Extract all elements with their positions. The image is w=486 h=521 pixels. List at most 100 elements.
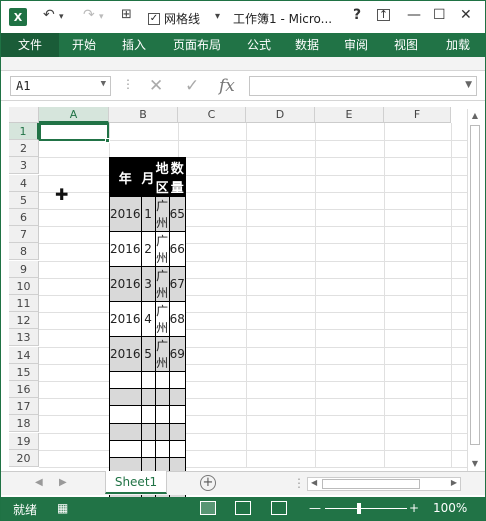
page-break-view-icon[interactable] bbox=[271, 501, 287, 515]
table-cell[interactable] bbox=[168, 422, 186, 441]
column-header-c[interactable]: C bbox=[178, 107, 246, 123]
redo-icon[interactable]: ↷ bbox=[83, 7, 95, 23]
zoom-slider[interactable] bbox=[325, 508, 407, 509]
row-header-16[interactable]: 16 bbox=[9, 381, 39, 398]
table-cell[interactable]: 2016 bbox=[109, 336, 142, 372]
table-cell[interactable] bbox=[109, 388, 142, 407]
tab-split-handle[interactable]: ⋮ bbox=[293, 476, 305, 490]
row-header-3[interactable]: 3 bbox=[9, 157, 39, 175]
tab-review[interactable]: 审阅 bbox=[331, 33, 381, 57]
sheet-tab-sheet1[interactable]: Sheet1 bbox=[105, 471, 167, 494]
normal-view-icon[interactable] bbox=[200, 501, 216, 515]
sheet-prev-icon[interactable]: ◀ bbox=[35, 477, 43, 488]
header-region[interactable]: 地区 bbox=[154, 157, 170, 197]
header-month[interactable]: 月 bbox=[140, 157, 156, 197]
selected-cell-a1[interactable] bbox=[39, 123, 109, 141]
table-cell[interactable]: 68 bbox=[168, 301, 186, 337]
scroll-up-icon[interactable]: ▲ bbox=[468, 109, 482, 123]
tab-formulas[interactable]: 公式 bbox=[235, 33, 283, 57]
gridlines-checkbox[interactable]: ✓ 网格线 bbox=[148, 10, 200, 27]
table-cell[interactable]: 1 bbox=[140, 196, 156, 232]
scroll-left-icon[interactable]: ◀ bbox=[311, 478, 317, 487]
row-header-19[interactable]: 19 bbox=[9, 432, 39, 450]
table-grid-icon[interactable]: ⊞ bbox=[121, 7, 132, 22]
table-cell[interactable]: 广州 bbox=[154, 231, 170, 267]
table-cell[interactable]: 2016 bbox=[109, 301, 142, 337]
column-header-a[interactable]: A bbox=[39, 107, 109, 123]
formula-input[interactable]: ▼ bbox=[249, 76, 477, 96]
table-cell[interactable]: 广州 bbox=[154, 266, 170, 302]
scroll-down-icon[interactable]: ▼ bbox=[468, 457, 482, 471]
row-header-8[interactable]: 8 bbox=[9, 243, 39, 261]
table-cell[interactable]: 2016 bbox=[109, 196, 142, 232]
table-cell[interactable]: 69 bbox=[168, 336, 186, 372]
table-cell[interactable] bbox=[109, 370, 142, 390]
enter-icon[interactable]: ✓ bbox=[185, 76, 199, 96]
row-header-11[interactable]: 11 bbox=[9, 295, 39, 312]
table-cell[interactable] bbox=[140, 422, 156, 441]
table-cell[interactable]: 3 bbox=[140, 266, 156, 302]
zoom-in-button[interactable]: + bbox=[409, 501, 419, 515]
row-header-5[interactable]: 5 bbox=[9, 191, 39, 209]
redo-dropdown-icon[interactable]: ▾ bbox=[99, 12, 104, 22]
help-button[interactable]: ? bbox=[353, 7, 361, 23]
cancel-icon[interactable]: ✕ bbox=[149, 76, 163, 96]
row-header-12[interactable]: 12 bbox=[9, 312, 39, 330]
row-header-1[interactable]: 1 bbox=[9, 123, 39, 140]
row-header-15[interactable]: 15 bbox=[9, 363, 39, 381]
sheet-next-icon[interactable]: ▶ bbox=[59, 477, 67, 488]
table-cell[interactable] bbox=[140, 405, 156, 424]
header-year[interactable]: 年 bbox=[109, 157, 142, 197]
tab-data[interactable]: 数据 bbox=[283, 33, 331, 57]
row-header-17[interactable]: 17 bbox=[9, 398, 39, 416]
table-cell[interactable] bbox=[154, 405, 170, 424]
row-header-2[interactable]: 2 bbox=[9, 140, 39, 158]
zoom-slider-thumb[interactable] bbox=[357, 503, 361, 514]
table-cell[interactable]: 5 bbox=[140, 336, 156, 372]
header-quantity[interactable]: 数量 bbox=[168, 157, 186, 197]
table-cell[interactable] bbox=[154, 370, 170, 390]
row-header-20[interactable]: 20 bbox=[9, 449, 39, 467]
table-cell[interactable]: 2016 bbox=[109, 231, 142, 267]
row-header-4[interactable]: 4 bbox=[9, 174, 39, 192]
add-sheet-button[interactable]: + bbox=[200, 475, 216, 491]
insert-function-button[interactable]: fx bbox=[219, 76, 235, 96]
tab-file[interactable]: 文件 bbox=[1, 33, 59, 57]
table-cell[interactable]: 2016 bbox=[109, 266, 142, 302]
table-cell[interactable] bbox=[168, 405, 186, 424]
row-header-13[interactable]: 13 bbox=[9, 329, 39, 347]
column-header-f[interactable]: F bbox=[384, 107, 451, 123]
row-header-6[interactable]: 6 bbox=[9, 209, 39, 226]
vertical-scroll-thumb[interactable] bbox=[470, 125, 480, 445]
horizontal-scroll-thumb[interactable] bbox=[322, 479, 420, 489]
table-cell[interactable] bbox=[109, 422, 142, 441]
table-cell[interactable] bbox=[154, 388, 170, 407]
table-cell[interactable] bbox=[154, 422, 170, 441]
undo-icon[interactable]: ↶ bbox=[43, 7, 55, 23]
table-cell[interactable] bbox=[140, 388, 156, 407]
ribbon-display-icon[interactable]: ↑ bbox=[377, 9, 390, 21]
tab-home[interactable]: 开始 bbox=[59, 33, 109, 57]
row-header-18[interactable]: 18 bbox=[9, 415, 39, 433]
close-button[interactable]: ✕ bbox=[460, 7, 472, 23]
table-cell[interactable]: 2 bbox=[140, 231, 156, 267]
page-layout-view-icon[interactable] bbox=[235, 501, 251, 515]
customize-toolbar-icon[interactable]: ▾ bbox=[215, 11, 220, 22]
tab-page-layout[interactable]: 页面布局 bbox=[159, 33, 235, 57]
row-header-10[interactable]: 10 bbox=[9, 277, 39, 295]
table-cell[interactable]: 广州 bbox=[154, 196, 170, 232]
table-cell[interactable]: 4 bbox=[140, 301, 156, 337]
name-box[interactable]: A1 ▼ bbox=[10, 76, 111, 96]
table-cell[interactable] bbox=[168, 439, 186, 458]
row-header-14[interactable]: 14 bbox=[9, 346, 39, 364]
horizontal-scrollbar[interactable]: ◀ ▶ bbox=[307, 477, 461, 491]
table-cell[interactable] bbox=[109, 405, 142, 424]
table-cell[interactable] bbox=[140, 370, 156, 390]
table-cell[interactable] bbox=[140, 439, 156, 458]
tab-view[interactable]: 视图 bbox=[381, 33, 431, 57]
checkbox-box[interactable]: ✓ bbox=[148, 12, 160, 25]
fill-handle[interactable] bbox=[105, 138, 110, 143]
tab-insert[interactable]: 插入 bbox=[109, 33, 159, 57]
table-cell[interactable] bbox=[168, 388, 186, 407]
macro-record-icon[interactable]: ▦ bbox=[57, 501, 68, 515]
